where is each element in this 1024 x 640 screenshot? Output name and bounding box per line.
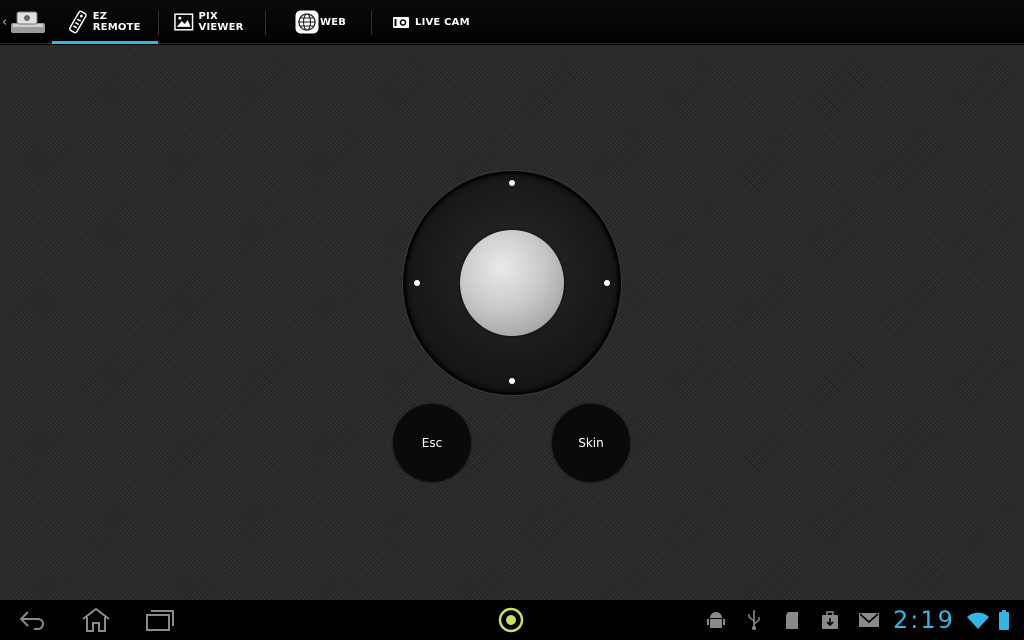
tab-pix-viewer-label: PIX VIEWER (198, 11, 244, 33)
dpad-ok-button[interactable] (460, 230, 564, 336)
battery-status (998, 600, 1010, 640)
remote-panel: Esc Skin (0, 45, 1024, 600)
dpad-down[interactable] (509, 378, 515, 384)
usb-icon (748, 610, 760, 630)
download-status (820, 600, 840, 640)
home-icon (82, 607, 110, 632)
usb-status (746, 600, 762, 640)
tab-ez-remote[interactable]: EZ REMOTE (52, 0, 158, 44)
remote-icon (69, 10, 87, 34)
skin-button[interactable]: Skin (552, 404, 630, 482)
wifi-status (966, 600, 990, 640)
camera-icon (393, 17, 409, 28)
tab-ez-remote-label: EZ REMOTE (92, 11, 141, 33)
sd-card-icon (786, 612, 798, 629)
back-caret-icon: ‹ (2, 14, 8, 30)
tab-web[interactable]: WEB (266, 0, 371, 44)
back-icon (19, 611, 44, 630)
recents-nav-button[interactable] (144, 600, 176, 640)
wifi-icon (967, 612, 989, 629)
picture-icon (174, 13, 194, 31)
tab-live-cam[interactable]: LIVE CAM (372, 0, 478, 44)
circle-indicator-icon (498, 607, 524, 633)
battery-icon (999, 610, 1009, 630)
home-nav-button[interactable] (80, 600, 112, 640)
android-debug-icon (707, 612, 725, 628)
tab-web-label: WEB (320, 16, 347, 28)
globe-icon (295, 10, 319, 34)
debug-status (706, 600, 726, 640)
system-bar: 2:19 (0, 600, 1024, 640)
back-nav-button[interactable] (18, 600, 46, 640)
clock: 2:19 (893, 606, 955, 634)
app-notification-button[interactable] (498, 600, 524, 640)
dpad-right[interactable] (604, 280, 610, 286)
action-bar: ‹ EZ REMOTE PIX VIEWER WEB LIVE CAM (0, 0, 1024, 44)
email-status (858, 600, 880, 640)
app-logo-icon (11, 11, 46, 33)
recent-apps-icon (146, 610, 174, 631)
dpad-left[interactable] (414, 280, 420, 286)
dpad[interactable] (403, 171, 621, 395)
esc-button[interactable]: Esc (393, 404, 471, 482)
sdcard-status (784, 600, 800, 640)
gmail-icon (859, 613, 879, 627)
dpad-up[interactable] (509, 180, 515, 186)
tab-live-cam-label: LIVE CAM (415, 16, 470, 28)
app-home-button[interactable]: ‹ (0, 0, 52, 44)
tab-pix-viewer[interactable]: PIX VIEWER (159, 0, 265, 44)
download-bag-icon (822, 611, 838, 629)
